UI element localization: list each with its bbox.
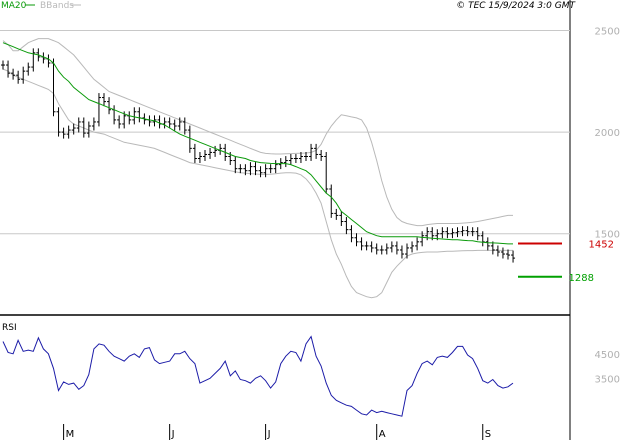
ohlc-bar: [374, 243, 379, 255]
ohlc-bar: [379, 245, 384, 255]
ohlc-bar: [389, 241, 394, 253]
ohlc-bar: [258, 166, 263, 178]
legend: MA20 BBands: [1, 1, 81, 11]
rsi-line: [2, 335, 514, 417]
ohlc-bar: [51, 58, 56, 117]
ohlc-bar: [102, 93, 106, 107]
ohlc-bar: [117, 115, 122, 129]
ohlc-bar: [324, 152, 329, 194]
ohlc-bar: [384, 243, 389, 255]
ohlc-bar: [46, 54, 51, 68]
legend-ma20-label: MA20: [1, 1, 27, 11]
ohlc-bar: [495, 245, 500, 257]
ohlc-bar: [329, 184, 334, 218]
ohlc-bar: [147, 115, 152, 127]
ohlc-bar: [369, 241, 374, 253]
month-label: M: [66, 429, 75, 440]
ohlc-bars: [1, 48, 516, 263]
ohlc-bar: [71, 123, 76, 135]
ohlc-bar: [31, 48, 36, 72]
ohlc-bar: [273, 160, 278, 174]
ohlc-bar: [192, 143, 197, 163]
rsi-axis-labels: 4500 3500: [595, 350, 620, 386]
ohlc-bar: [410, 241, 415, 253]
ohlc-bar: [399, 245, 404, 259]
ohlc-bar: [107, 97, 112, 115]
ohlc-bar: [394, 241, 399, 255]
ohlc-bar: [511, 250, 516, 263]
ohlc-bar: [288, 154, 293, 166]
ma20-line: [2, 42, 513, 245]
price-axis-labels: 2500 2000 1500: [595, 26, 620, 240]
ohlc-bar: [354, 233, 359, 247]
ohlc-bar: [359, 237, 364, 251]
ohlc-bar: [137, 107, 142, 123]
ohlc-bar: [465, 226, 470, 237]
ohlc-bar: [253, 162, 258, 176]
support-label: 1288: [569, 273, 594, 284]
ohlc-bar: [334, 208, 339, 220]
ohlc-bar: [364, 241, 369, 251]
price-tick-label: 1500: [595, 230, 620, 241]
ohlc-bar: [405, 243, 409, 259]
ohlc-bar: [485, 237, 490, 251]
legend-bbands-label: BBands: [40, 1, 74, 11]
ohlc-bar: [91, 117, 96, 131]
ohlc-bar: [470, 227, 475, 237]
price-tick-label: 2000: [595, 128, 620, 139]
ohlc-bar: [1, 60, 5, 70]
ohlc-bar: [6, 60, 11, 78]
ohlc-bar: [455, 227, 460, 238]
ohlc-bar: [319, 149, 324, 161]
ohlc-bar: [16, 70, 21, 84]
ohlc-bar: [197, 152, 202, 163]
stock-chart: 1452 1288 2500 2000 1500 MA20 BBands © TEC…: [0, 0, 620, 440]
price-gridlines: [0, 29, 570, 235]
ohlc-bar: [500, 247, 505, 259]
ohlc-bar: [26, 62, 31, 76]
ohlc-bar: [460, 226, 465, 237]
ohlc-bar: [162, 117, 167, 129]
ohlc-bar: [283, 156, 288, 168]
ohlc-bar: [208, 147, 213, 159]
month-label: J: [267, 429, 271, 440]
rsi-title: RSI: [2, 323, 17, 333]
ohlc-bar: [445, 227, 450, 239]
ohlc-bar: [127, 111, 132, 125]
month-label: S: [485, 429, 491, 440]
rsi-tick-label: 4500: [595, 350, 620, 361]
ohlc-bar: [112, 105, 117, 125]
ohlc-bar: [450, 228, 455, 239]
ohlc-bar: [263, 164, 268, 178]
price-tick-label: 2500: [595, 26, 620, 37]
ohlc-bar: [203, 149, 207, 161]
ohlc-bar: [172, 119, 177, 131]
month-label: A: [379, 429, 386, 440]
ohlc-bar: [339, 210, 344, 226]
resistance-label: 1452: [589, 239, 614, 250]
ohlc-bar: [61, 127, 66, 139]
month-label: J: [171, 429, 175, 440]
ohlc-bar: [96, 93, 101, 127]
ohlc-bar: [238, 164, 243, 174]
source-credit: © TEC 15/9/2024 3:0 GMT: [456, 1, 576, 11]
ohlc-bar: [344, 217, 349, 235]
ohlc-bar: [293, 154, 298, 163]
rsi-tick-label: 3500: [595, 374, 620, 385]
ohlc-bar: [132, 107, 137, 125]
ohlc-bar: [506, 249, 510, 260]
month-axis: MJJAS: [63, 424, 491, 440]
ohlc-bar: [268, 164, 273, 174]
ohlc-bar: [233, 156, 238, 174]
ohlc-bar: [21, 66, 26, 84]
ohlc-bar: [440, 227, 445, 239]
ohlc-bar: [415, 237, 420, 251]
bbands-lower-line: [2, 68, 513, 299]
